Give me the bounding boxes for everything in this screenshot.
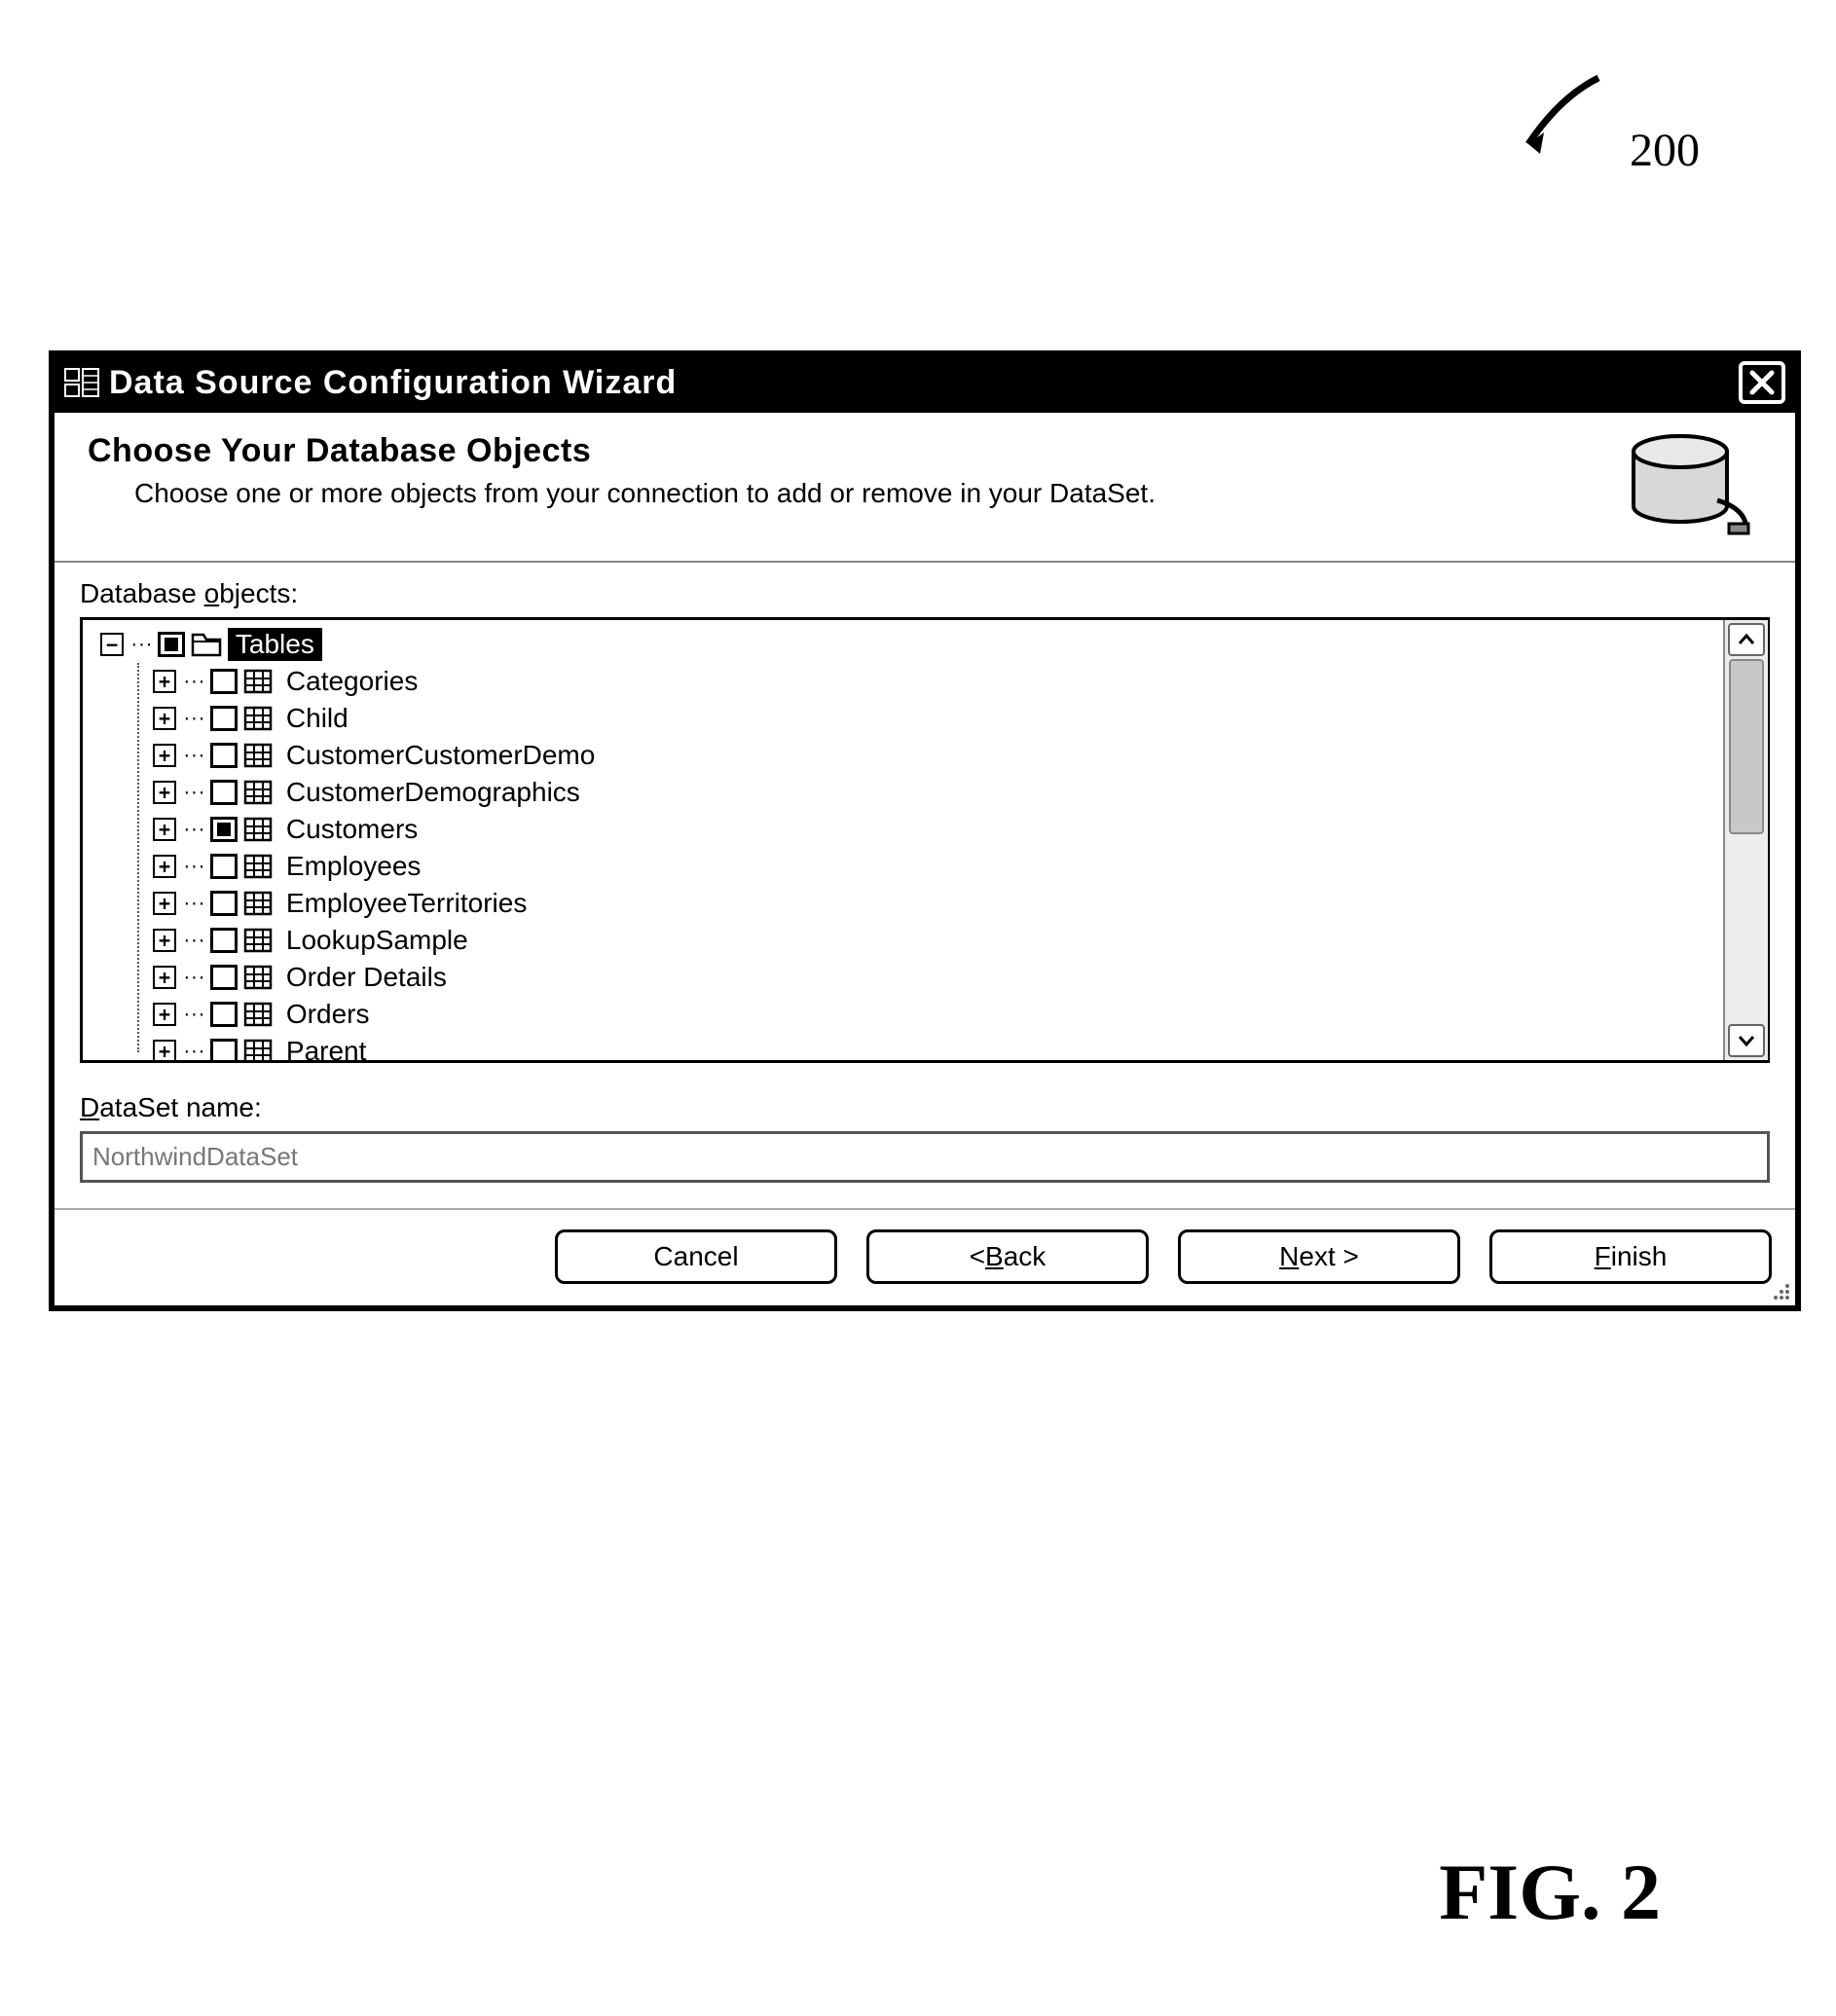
table-icon	[243, 706, 273, 731]
checkbox[interactable]	[210, 817, 238, 842]
scroll-thumb[interactable]	[1729, 659, 1764, 834]
wizard-button-bar: Cancel < Back Next > Finish	[55, 1208, 1795, 1305]
expand-icon[interactable]: +	[153, 818, 176, 841]
table-icon	[243, 669, 273, 694]
vertical-scrollbar[interactable]	[1723, 620, 1768, 1060]
table-icon	[243, 854, 273, 879]
checkbox[interactable]	[210, 706, 238, 731]
checkbox[interactable]	[210, 1039, 238, 1060]
expand-icon[interactable]: +	[153, 929, 176, 952]
chevron-up-icon	[1738, 633, 1755, 646]
tree-node[interactable]: +···LookupSample	[153, 922, 1713, 959]
expand-icon[interactable]: +	[153, 781, 176, 804]
tree-node[interactable]: +···EmployeeTerritories	[153, 885, 1713, 922]
tree-node[interactable]: +···Customers	[153, 811, 1713, 848]
database-icon	[1620, 432, 1756, 539]
tree-node[interactable]: +···Categories	[153, 663, 1713, 700]
expand-icon[interactable]: +	[153, 892, 176, 915]
figure-ref-number: 200	[1630, 125, 1700, 176]
checkbox[interactable]	[210, 780, 238, 805]
tree-node[interactable]: +···Child	[153, 700, 1713, 737]
tree-node-label: Order Details	[278, 961, 455, 994]
checkbox[interactable]	[210, 928, 238, 953]
wizard-header: Choose Your Database Objects Choose one …	[55, 413, 1795, 563]
dataset-name-input[interactable]	[80, 1131, 1770, 1183]
tree-node[interactable]: +···CustomerDemographics	[153, 774, 1713, 811]
next-button[interactable]: Next >	[1178, 1229, 1460, 1284]
tree-node[interactable]: +···Order Details	[153, 959, 1713, 996]
wizard-window: Data Source Configuration Wizard Choose …	[49, 350, 1801, 1311]
expand-icon[interactable]: +	[153, 707, 176, 730]
tree-node-label: Categories	[278, 665, 425, 698]
database-objects-tree[interactable]: − ··· Tables +···Categories+···Child+···…	[80, 617, 1770, 1063]
tree-node-label: EmployeeTerritories	[278, 887, 534, 920]
database-objects-label: Database objects:	[80, 578, 1770, 609]
tree-node-label: Tables	[228, 628, 322, 661]
folder-icon	[191, 632, 222, 657]
table-icon	[243, 965, 273, 990]
checkbox[interactable]	[210, 743, 238, 768]
tree-node-label: LookupSample	[278, 924, 476, 957]
tree-node[interactable]: +···Orders	[153, 996, 1713, 1033]
checkbox[interactable]	[210, 669, 238, 694]
scroll-down-button[interactable]	[1728, 1024, 1765, 1057]
close-button[interactable]	[1739, 361, 1785, 404]
checkbox[interactable]	[210, 1002, 238, 1027]
figure-ref-top: 200	[1501, 68, 1700, 177]
tree-node-tables[interactable]: − ··· Tables	[100, 626, 1713, 663]
table-icon	[243, 928, 273, 953]
collapse-icon[interactable]: −	[100, 633, 124, 656]
scroll-up-button[interactable]	[1728, 623, 1765, 656]
tree-node-label: CustomerCustomerDemo	[278, 739, 603, 772]
page-title: Choose Your Database Objects	[88, 432, 1620, 470]
titlebar: Data Source Configuration Wizard	[55, 356, 1795, 413]
checkbox[interactable]	[210, 891, 238, 916]
expand-icon[interactable]: +	[153, 855, 176, 878]
tree-node-label: Child	[278, 702, 356, 735]
tree-node[interactable]: +···Employees	[153, 848, 1713, 885]
table-icon	[243, 817, 273, 842]
table-icon	[243, 780, 273, 805]
back-button[interactable]: < Back	[866, 1229, 1149, 1284]
tree-node-label: CustomerDemographics	[278, 776, 588, 809]
tree-node-label: Orders	[278, 998, 378, 1031]
table-icon	[243, 743, 273, 768]
expand-icon[interactable]: +	[153, 1003, 176, 1026]
expand-icon[interactable]: +	[153, 966, 176, 989]
page-subtitle: Choose one or more objects from your con…	[134, 476, 1449, 511]
expand-icon[interactable]: +	[153, 670, 176, 693]
table-icon	[243, 891, 273, 916]
checkbox[interactable]	[210, 965, 238, 990]
table-icon	[243, 1002, 273, 1027]
tree-node-label: Customers	[278, 813, 425, 846]
close-icon	[1748, 369, 1776, 396]
dataset-name-label: DataSet name:	[80, 1092, 1770, 1123]
checkbox[interactable]	[210, 854, 238, 879]
resize-grip-icon[interactable]	[1770, 1280, 1791, 1301]
tree-node-label: Parent	[278, 1035, 375, 1060]
figure-caption: FIG. 2	[1439, 1847, 1661, 1938]
window-title: Data Source Configuration Wizard	[109, 364, 677, 402]
finish-button[interactable]: Finish	[1489, 1229, 1772, 1284]
chevron-down-icon	[1738, 1034, 1755, 1047]
expand-icon[interactable]: +	[153, 744, 176, 767]
tree-node[interactable]: +···CustomerCustomerDemo	[153, 737, 1713, 774]
cancel-button[interactable]: Cancel	[555, 1229, 837, 1284]
tree-connector	[137, 663, 139, 1052]
tree-node-label: Employees	[278, 850, 429, 883]
expand-icon[interactable]: +	[153, 1040, 176, 1060]
app-icon	[64, 368, 99, 397]
checkbox-tables[interactable]	[158, 632, 185, 657]
tree-node[interactable]: +···Parent	[153, 1033, 1713, 1060]
table-icon	[243, 1039, 273, 1060]
